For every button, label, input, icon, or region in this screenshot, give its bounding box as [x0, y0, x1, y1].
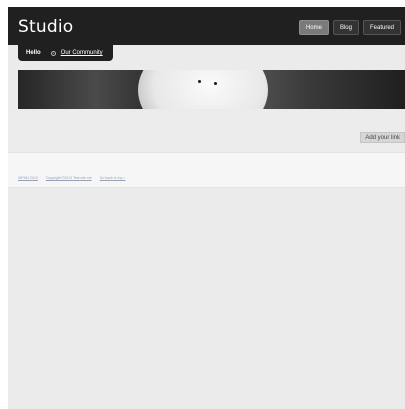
top-bar: Studio Home Blog Featured — [8, 7, 405, 45]
hero-eye-left — [198, 80, 201, 83]
user-subbar: Hello Our Community — [18, 45, 113, 61]
main-nav: Home Blog Featured — [298, 20, 401, 35]
footer: WPMU 2013 Copyright ©2013 Test site me G… — [8, 152, 405, 188]
footer-links: WPMU 2013 Copyright ©2013 Test site me G… — [18, 176, 125, 180]
community-link[interactable]: Our Community — [61, 50, 103, 56]
page-frame: Studio Home Blog Featured Hello Our Comm… — [8, 7, 405, 409]
greeting-text: Hello — [26, 50, 41, 56]
footer-link-back-to-top[interactable]: Go back to top ↑ — [100, 176, 126, 180]
page-empty-area — [8, 189, 405, 409]
add-your-link-button[interactable]: Add your link — [360, 132, 405, 143]
community-icon — [50, 50, 56, 56]
hero-figure — [138, 70, 268, 109]
hero-banner-image — [18, 70, 405, 109]
footer-link-wpmu[interactable]: WPMU 2013 — [18, 176, 38, 180]
nav-home-button[interactable]: Home — [298, 20, 329, 35]
nav-featured-button[interactable]: Featured — [362, 20, 401, 35]
community-link-group[interactable]: Our Community — [50, 50, 103, 56]
content-area — [8, 111, 405, 151]
hero-eye-right — [214, 82, 217, 85]
nav-blog-button[interactable]: Blog — [332, 20, 359, 35]
site-title[interactable]: Studio — [18, 19, 73, 36]
footer-link-copyright[interactable]: Copyright ©2013 Test site me — [46, 176, 92, 180]
